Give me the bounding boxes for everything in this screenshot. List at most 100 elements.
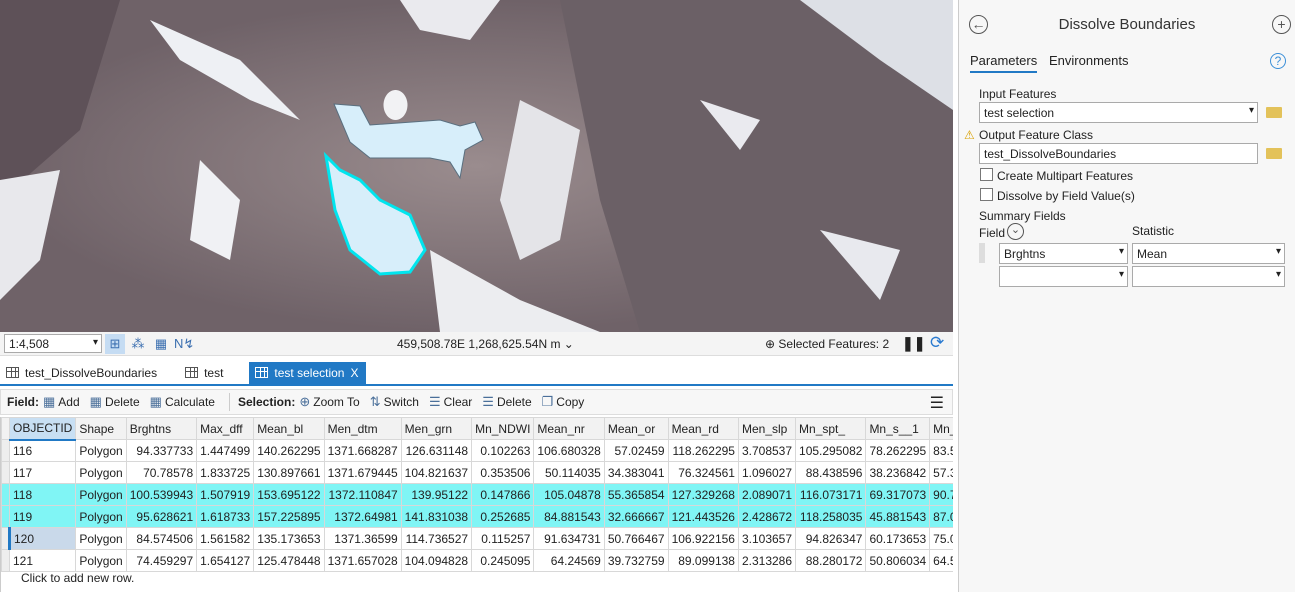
cell-men_dtm[interactable]: 1371.36599 — [323, 527, 402, 550]
cell-objectid[interactable]: 117 — [8, 461, 77, 484]
cell-brghtns[interactable]: 84.574506 — [125, 527, 198, 550]
table-row[interactable]: 121 Polygon 74.459297 1.654127 125.478448 137… — [1, 549, 953, 572]
column-header-mean_or[interactable]: Mean_or — [603, 417, 669, 440]
cell-mn_s[interactable]: 75.047 — [929, 527, 953, 550]
cell-men_slp[interactable]: 2.089071 — [737, 483, 797, 506]
input-features-dropdown[interactable]: test selection — [979, 102, 1258, 123]
cell-brghtns[interactable]: 94.337733 — [125, 439, 198, 462]
cell-men_slp[interactable]: 2.428672 — [737, 505, 797, 528]
cell-mean_or[interactable]: 57.02459 — [603, 439, 669, 462]
column-header-mean_nr[interactable]: Mean_nr — [533, 417, 605, 440]
column-header-objectid[interactable]: OBJECTID — [8, 417, 77, 441]
cell-mean_bl[interactable]: 135.173653 — [253, 527, 325, 550]
cell-mn_s__1[interactable]: 69.317073 — [865, 483, 931, 506]
cell-men_dtm[interactable]: 1372.110847 — [323, 483, 402, 506]
cell-mn_s[interactable]: 83.598 — [929, 439, 953, 462]
cell-shape[interactable]: Polygon — [75, 439, 127, 462]
row-header[interactable] — [1, 461, 10, 484]
row-header[interactable] — [1, 527, 10, 550]
cell-shape[interactable]: Polygon — [75, 527, 127, 550]
cell-mn_s__1[interactable]: 78.262295 — [865, 439, 931, 462]
output-feature-class-input[interactable]: test_DissolveBoundaries — [979, 143, 1258, 164]
cell-mean_rd[interactable]: 121.443526 — [667, 505, 739, 528]
cell-objectid[interactable]: 118 — [8, 483, 77, 506]
table-row[interactable]: 119 Polygon 95.628621 1.618733 157.225895 137… — [1, 505, 953, 528]
cell-mn_ndwi[interactable]: 0.245095 — [471, 549, 535, 572]
cell-mn_s[interactable]: 57.356 — [929, 461, 953, 484]
cell-mean_or[interactable]: 55.365854 — [603, 483, 669, 506]
snapping-icon[interactable]: ⁂ — [128, 334, 148, 354]
cell-men_dtm[interactable]: 1371.668287 — [323, 439, 402, 462]
add-icon[interactable]: + — [1272, 15, 1291, 34]
cell-objectid[interactable]: 120 — [7, 527, 77, 550]
cell-mn_s[interactable]: 64.577 — [929, 549, 953, 572]
cell-mn_spt_[interactable]: 88.438596 — [795, 461, 867, 484]
cell-mean_bl[interactable]: 153.695122 — [253, 483, 325, 506]
cell-mn_spt_[interactable]: 105.295082 — [795, 439, 867, 462]
cell-men_dtm[interactable]: 1372.64981 — [323, 505, 402, 528]
menu-icon[interactable]: ☰ — [930, 393, 944, 413]
column-header-mn_s__1[interactable]: Mn_s__1 — [865, 417, 931, 440]
cell-mn_s__1[interactable]: 50.806034 — [865, 549, 931, 572]
close-icon[interactable]: X — [350, 366, 358, 384]
cell-mn_ndwi[interactable]: 0.252685 — [471, 505, 535, 528]
dissolve-by-field-checkbox[interactable] — [980, 188, 993, 201]
cell-mean_bl[interactable]: 140.262295 — [253, 439, 325, 462]
zoom-to-button[interactable]: ⊕ Zoom To — [299, 394, 359, 410]
folder-icon[interactable] — [1266, 148, 1282, 159]
cell-mn_ndwi[interactable]: 0.147866 — [471, 483, 535, 506]
cell-brghtns[interactable]: 74.459297 — [125, 549, 198, 572]
column-header-mn_spt_[interactable]: Mn_spt_ — [795, 417, 867, 440]
cell-mn_ndwi[interactable]: 0.353506 — [471, 461, 535, 484]
column-header-mean_bl[interactable]: Mean_bl — [253, 417, 325, 440]
cell-mean_nr[interactable]: 84.881543 — [533, 505, 605, 528]
row-handle[interactable] — [979, 243, 985, 263]
cell-mean_nr[interactable]: 91.634731 — [533, 527, 605, 550]
cell-mn_s[interactable]: 87.027 — [929, 505, 953, 528]
cell-mn_spt_[interactable]: 94.826347 — [795, 527, 867, 550]
cell-men_grn[interactable]: 104.094828 — [400, 549, 473, 572]
cell-men_slp[interactable]: 2.313286 — [737, 549, 797, 572]
cell-max_dff[interactable]: 1.507919 — [196, 483, 255, 506]
cell-mn_spt_[interactable]: 88.280172 — [795, 549, 867, 572]
coordinate-readout[interactable]: 459,508.78E 1,268,625.54N m ⌄ — [397, 337, 574, 351]
column-header-mean_rd[interactable]: Mean_rd — [667, 417, 739, 440]
create-multipart-checkbox[interactable] — [980, 168, 993, 181]
row-header[interactable] — [1, 483, 10, 506]
calculate-field-button[interactable]: ▦ Calculate — [150, 394, 215, 410]
cell-men_slp[interactable]: 1.096027 — [737, 461, 797, 484]
summary-field-dropdown[interactable]: Brghtns — [999, 243, 1128, 264]
cell-objectid[interactable]: 116 — [8, 439, 77, 462]
tab-test-dissolveboundaries[interactable]: test_DissolveBoundaries — [0, 362, 165, 384]
cell-objectid[interactable]: 121 — [8, 549, 77, 572]
cell-shape[interactable]: Polygon — [75, 483, 127, 506]
cell-max_dff[interactable]: 1.654127 — [196, 549, 255, 572]
cell-mn_s__1[interactable]: 38.236842 — [865, 461, 931, 484]
column-header-men_grn[interactable]: Men_grn — [400, 417, 473, 440]
cell-men_grn[interactable]: 141.831038 — [400, 505, 473, 528]
row-header[interactable] — [1, 505, 10, 528]
cell-mn_s__1[interactable]: 60.173653 — [865, 527, 931, 550]
cell-objectid[interactable]: 119 — [8, 505, 77, 528]
pause-icon[interactable]: ❚❚ — [902, 335, 925, 352]
cell-mean_or[interactable]: 39.732759 — [603, 549, 669, 572]
column-header-men_slp[interactable]: Men_slp — [737, 417, 797, 440]
row-header[interactable] — [1, 549, 10, 572]
table-row[interactable]: 116 Polygon 94.337733 1.447499 140.262295 137… — [1, 439, 953, 462]
folder-icon[interactable] — [1266, 107, 1282, 118]
cell-men_grn[interactable]: 114.736527 — [400, 527, 473, 550]
cell-max_dff[interactable]: 1.561582 — [196, 527, 255, 550]
cell-mean_rd[interactable]: 76.324561 — [667, 461, 739, 484]
refresh-icon[interactable]: ⟳ — [930, 333, 944, 353]
cell-shape[interactable]: Polygon — [75, 549, 127, 572]
cell-shape[interactable]: Polygon — [75, 461, 127, 484]
map-view[interactable] — [0, 0, 953, 332]
cell-mean_or[interactable]: 32.666667 — [603, 505, 669, 528]
cell-max_dff[interactable]: 1.833725 — [196, 461, 255, 484]
column-header-men_dtm[interactable]: Men_dtm — [323, 417, 402, 440]
scale-selector[interactable]: 1:4,508 — [4, 334, 102, 353]
tab-parameters[interactable]: Parameters — [970, 53, 1038, 73]
column-header-mn_ndwi[interactable]: Mn_NDWI — [471, 417, 535, 440]
tab-environments[interactable]: Environments — [1049, 53, 1128, 68]
row-header[interactable] — [1, 439, 10, 462]
